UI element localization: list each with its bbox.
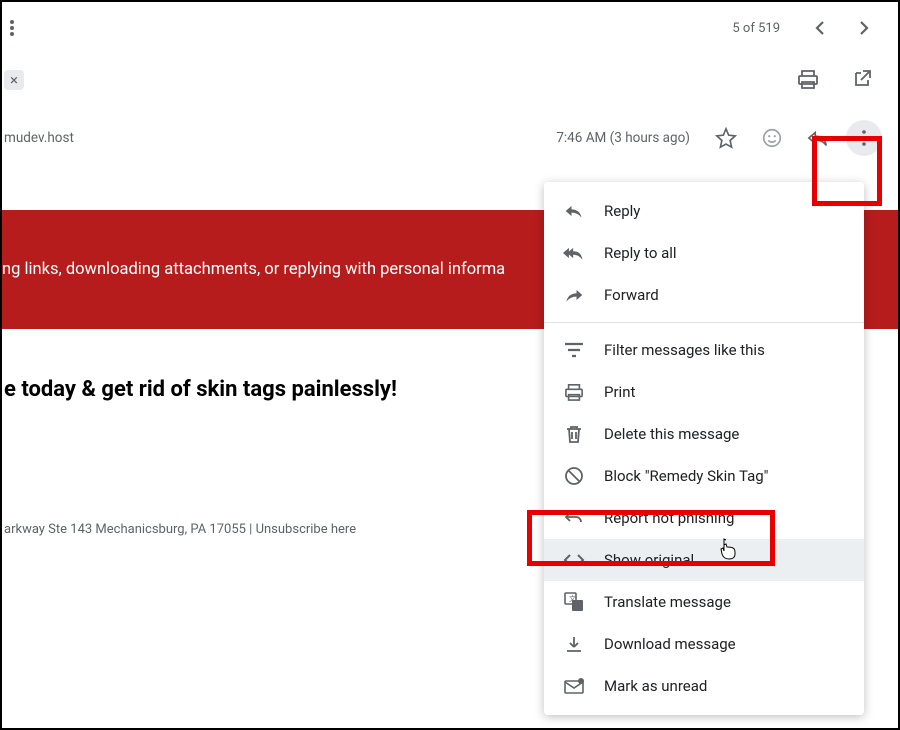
menu-reply-all[interactable]: Reply to all	[544, 232, 864, 274]
menu-label: Report not phishing	[604, 509, 734, 527]
menu-delete[interactable]: Delete this message	[544, 413, 864, 455]
code-icon	[562, 548, 586, 572]
menu-download[interactable]: Download message	[544, 623, 864, 665]
filter-icon	[562, 338, 586, 362]
menu-label: Mark as unread	[604, 677, 707, 695]
menu-translate[interactable]: 文 Translate message	[544, 581, 864, 623]
menu-label: Block "Remedy Skin Tag"	[604, 467, 769, 485]
undo-icon	[562, 506, 586, 530]
menu-label: Delete this message	[604, 425, 739, 443]
open-new-window-button[interactable]	[842, 59, 882, 99]
forward-icon	[562, 283, 586, 307]
svg-text:文: 文	[569, 594, 576, 603]
close-chip[interactable]: ×	[4, 70, 24, 90]
menu-label: Download message	[604, 635, 736, 653]
download-icon	[562, 632, 586, 656]
header-row: ×	[2, 54, 898, 104]
menu-print[interactable]: Print	[544, 371, 864, 413]
menu-block[interactable]: Block "Remedy Skin Tag"	[544, 455, 864, 497]
timestamp: 7:46 AM (3 hours ago)	[556, 130, 690, 146]
sender-row: mudev.host 7:46 AM (3 hours ago)	[2, 110, 898, 166]
pagination: 5 of 519	[732, 21, 780, 36]
toolbar: 5 of 519	[2, 2, 898, 54]
reply-icon-button[interactable]	[798, 118, 838, 158]
more-options-button[interactable]	[844, 118, 884, 158]
reply-icon	[562, 199, 586, 223]
menu-report[interactable]: Report not phishing	[544, 497, 864, 539]
menu-label: Filter messages like this	[604, 341, 765, 359]
menu-label: Reply to all	[604, 244, 677, 262]
menu-label: Print	[604, 383, 635, 401]
menu-label: Forward	[604, 286, 659, 304]
menu-label: Show original	[604, 551, 694, 569]
reply-all-icon	[562, 241, 586, 265]
menu-reply[interactable]: Reply	[544, 190, 864, 232]
toolbar-more-icon[interactable]	[10, 20, 34, 36]
menu-filter[interactable]: Filter messages like this	[544, 329, 864, 371]
menu-mark-unread[interactable]: Mark as unread	[544, 665, 864, 707]
star-button[interactable]	[706, 118, 746, 158]
emoji-button[interactable]	[752, 118, 792, 158]
print-icon	[562, 380, 586, 404]
menu-divider	[544, 322, 864, 323]
prev-button[interactable]	[800, 8, 840, 48]
menu-label: Translate message	[604, 593, 731, 611]
menu-label: Reply	[604, 202, 640, 220]
menu-show-original[interactable]: Show original	[544, 539, 864, 581]
sender-host: mudev.host	[4, 130, 74, 146]
more-options-menu: Reply Reply to all Forward Filter messag…	[544, 182, 864, 715]
translate-icon: 文	[562, 590, 586, 614]
menu-forward[interactable]: Forward	[544, 274, 864, 316]
mark-unread-icon	[562, 674, 586, 698]
trash-icon	[562, 422, 586, 446]
next-button[interactable]	[844, 8, 884, 48]
print-button[interactable]	[788, 59, 828, 99]
block-icon	[562, 464, 586, 488]
